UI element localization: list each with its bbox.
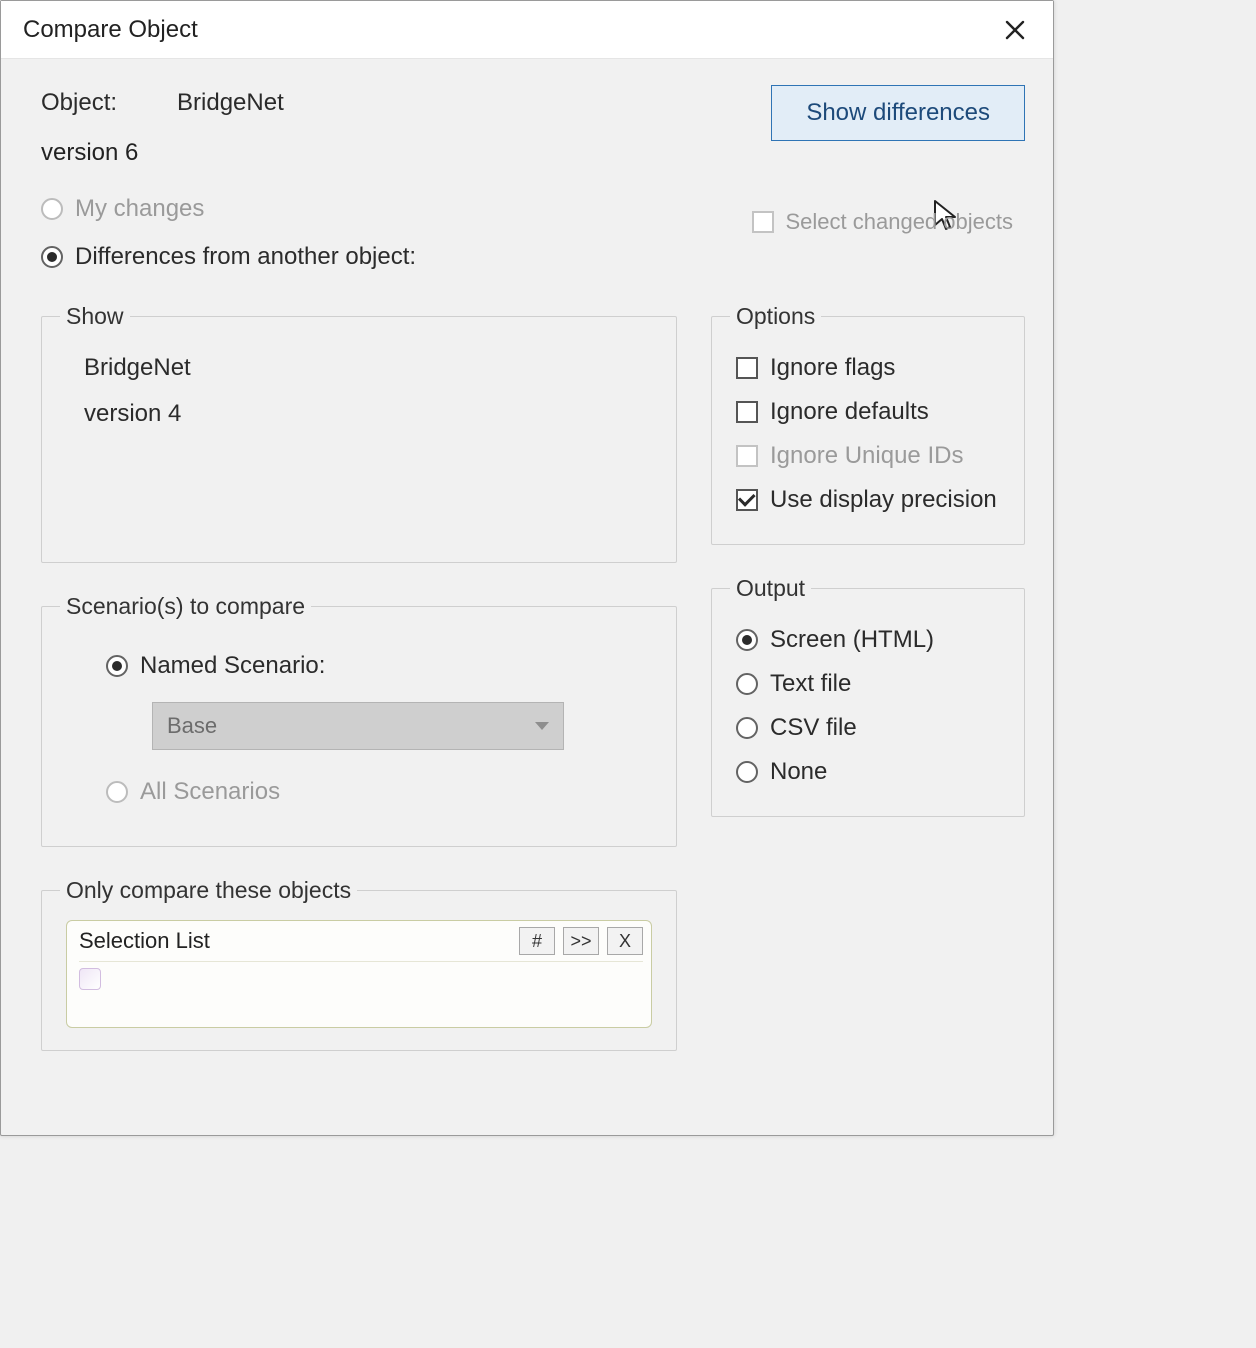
selection-list-title: Selection List (79, 928, 511, 954)
selection-next-button[interactable]: >> (563, 927, 599, 955)
show-object-version: version 4 (66, 392, 652, 438)
compare-object-dialog: Compare Object Object: BridgeNet version… (0, 0, 1054, 1136)
output-legend: Output (730, 575, 811, 602)
chevron-down-icon (535, 722, 549, 730)
checkbox-icon (736, 357, 758, 379)
diff-from-label: Differences from another object: (75, 243, 416, 271)
output-group: Output Screen (HTML) Text file CSV file (711, 575, 1025, 817)
radio-icon (106, 781, 128, 803)
radio-icon (736, 673, 758, 695)
select-changed-objects: Select changed objects (752, 209, 1014, 235)
ignore-uids-label: Ignore Unique IDs (770, 442, 963, 470)
show-legend: Show (60, 303, 130, 330)
scenario-combo-value: Base (167, 713, 217, 739)
selection-list-panel: Selection List # >> X (66, 920, 652, 1028)
only-compare-group: Only compare these objects Selection Lis… (41, 877, 677, 1051)
radio-diff-from[interactable]: Differences from another object: (41, 233, 1025, 281)
radio-icon (106, 655, 128, 677)
selection-num-button[interactable]: # (519, 927, 555, 955)
object-label: Object: (41, 89, 117, 117)
selection-clear-button[interactable]: X (607, 927, 643, 955)
object-name: BridgeNet (177, 89, 284, 117)
ignore-flags-label: Ignore flags (770, 354, 895, 382)
options-group: Options Ignore flags Ignore defaults Ign… (711, 303, 1025, 545)
show-object-name: BridgeNet (66, 346, 652, 392)
my-changes-label: My changes (75, 195, 204, 223)
radio-output-screen[interactable]: Screen (HTML) (736, 618, 1000, 662)
checkbox-icon (736, 489, 758, 511)
object-version: version 6 (41, 139, 771, 167)
named-scenario-label: Named Scenario: (140, 652, 325, 680)
radio-icon (41, 198, 63, 220)
radio-output-csv[interactable]: CSV file (736, 706, 1000, 750)
scenario-legend: Scenario(s) to compare (60, 593, 311, 620)
only-legend: Only compare these objects (60, 877, 357, 904)
radio-all-scenarios: All Scenarios (106, 766, 642, 818)
scenario-group: Scenario(s) to compare Named Scenario: B… (41, 593, 677, 847)
radio-output-none[interactable]: None (736, 750, 1000, 794)
radio-icon (736, 629, 758, 651)
check-ignore-uids: Ignore Unique IDs (736, 434, 1000, 478)
check-ignore-flags[interactable]: Ignore flags (736, 346, 1000, 390)
radio-icon (736, 761, 758, 783)
checkbox-icon (736, 401, 758, 423)
use-precision-label: Use display precision (770, 486, 997, 514)
output-text-label: Text file (770, 670, 851, 698)
selection-list-body[interactable] (79, 961, 643, 1017)
show-differences-button[interactable]: Show differences (771, 85, 1025, 141)
options-legend: Options (730, 303, 821, 330)
output-none-label: None (770, 758, 827, 786)
tag-icon (79, 968, 101, 990)
radio-output-text[interactable]: Text file (736, 662, 1000, 706)
ignore-defaults-label: Ignore defaults (770, 398, 929, 426)
scenario-combo[interactable]: Base (152, 702, 564, 750)
check-use-precision[interactable]: Use display precision (736, 478, 1000, 522)
all-scenarios-label: All Scenarios (140, 778, 280, 806)
checkbox-icon (736, 445, 758, 467)
check-ignore-defaults[interactable]: Ignore defaults (736, 390, 1000, 434)
radio-icon (736, 717, 758, 739)
show-group: Show BridgeNet version 4 (41, 303, 677, 563)
select-changed-label: Select changed objects (786, 209, 1014, 235)
window-title: Compare Object (23, 16, 995, 44)
output-csv-label: CSV file (770, 714, 857, 742)
close-icon[interactable] (995, 10, 1035, 50)
radio-named-scenario[interactable]: Named Scenario: (106, 640, 642, 692)
radio-icon (41, 246, 63, 268)
checkbox-icon (752, 211, 774, 233)
titlebar: Compare Object (1, 1, 1053, 59)
output-screen-label: Screen (HTML) (770, 626, 934, 654)
